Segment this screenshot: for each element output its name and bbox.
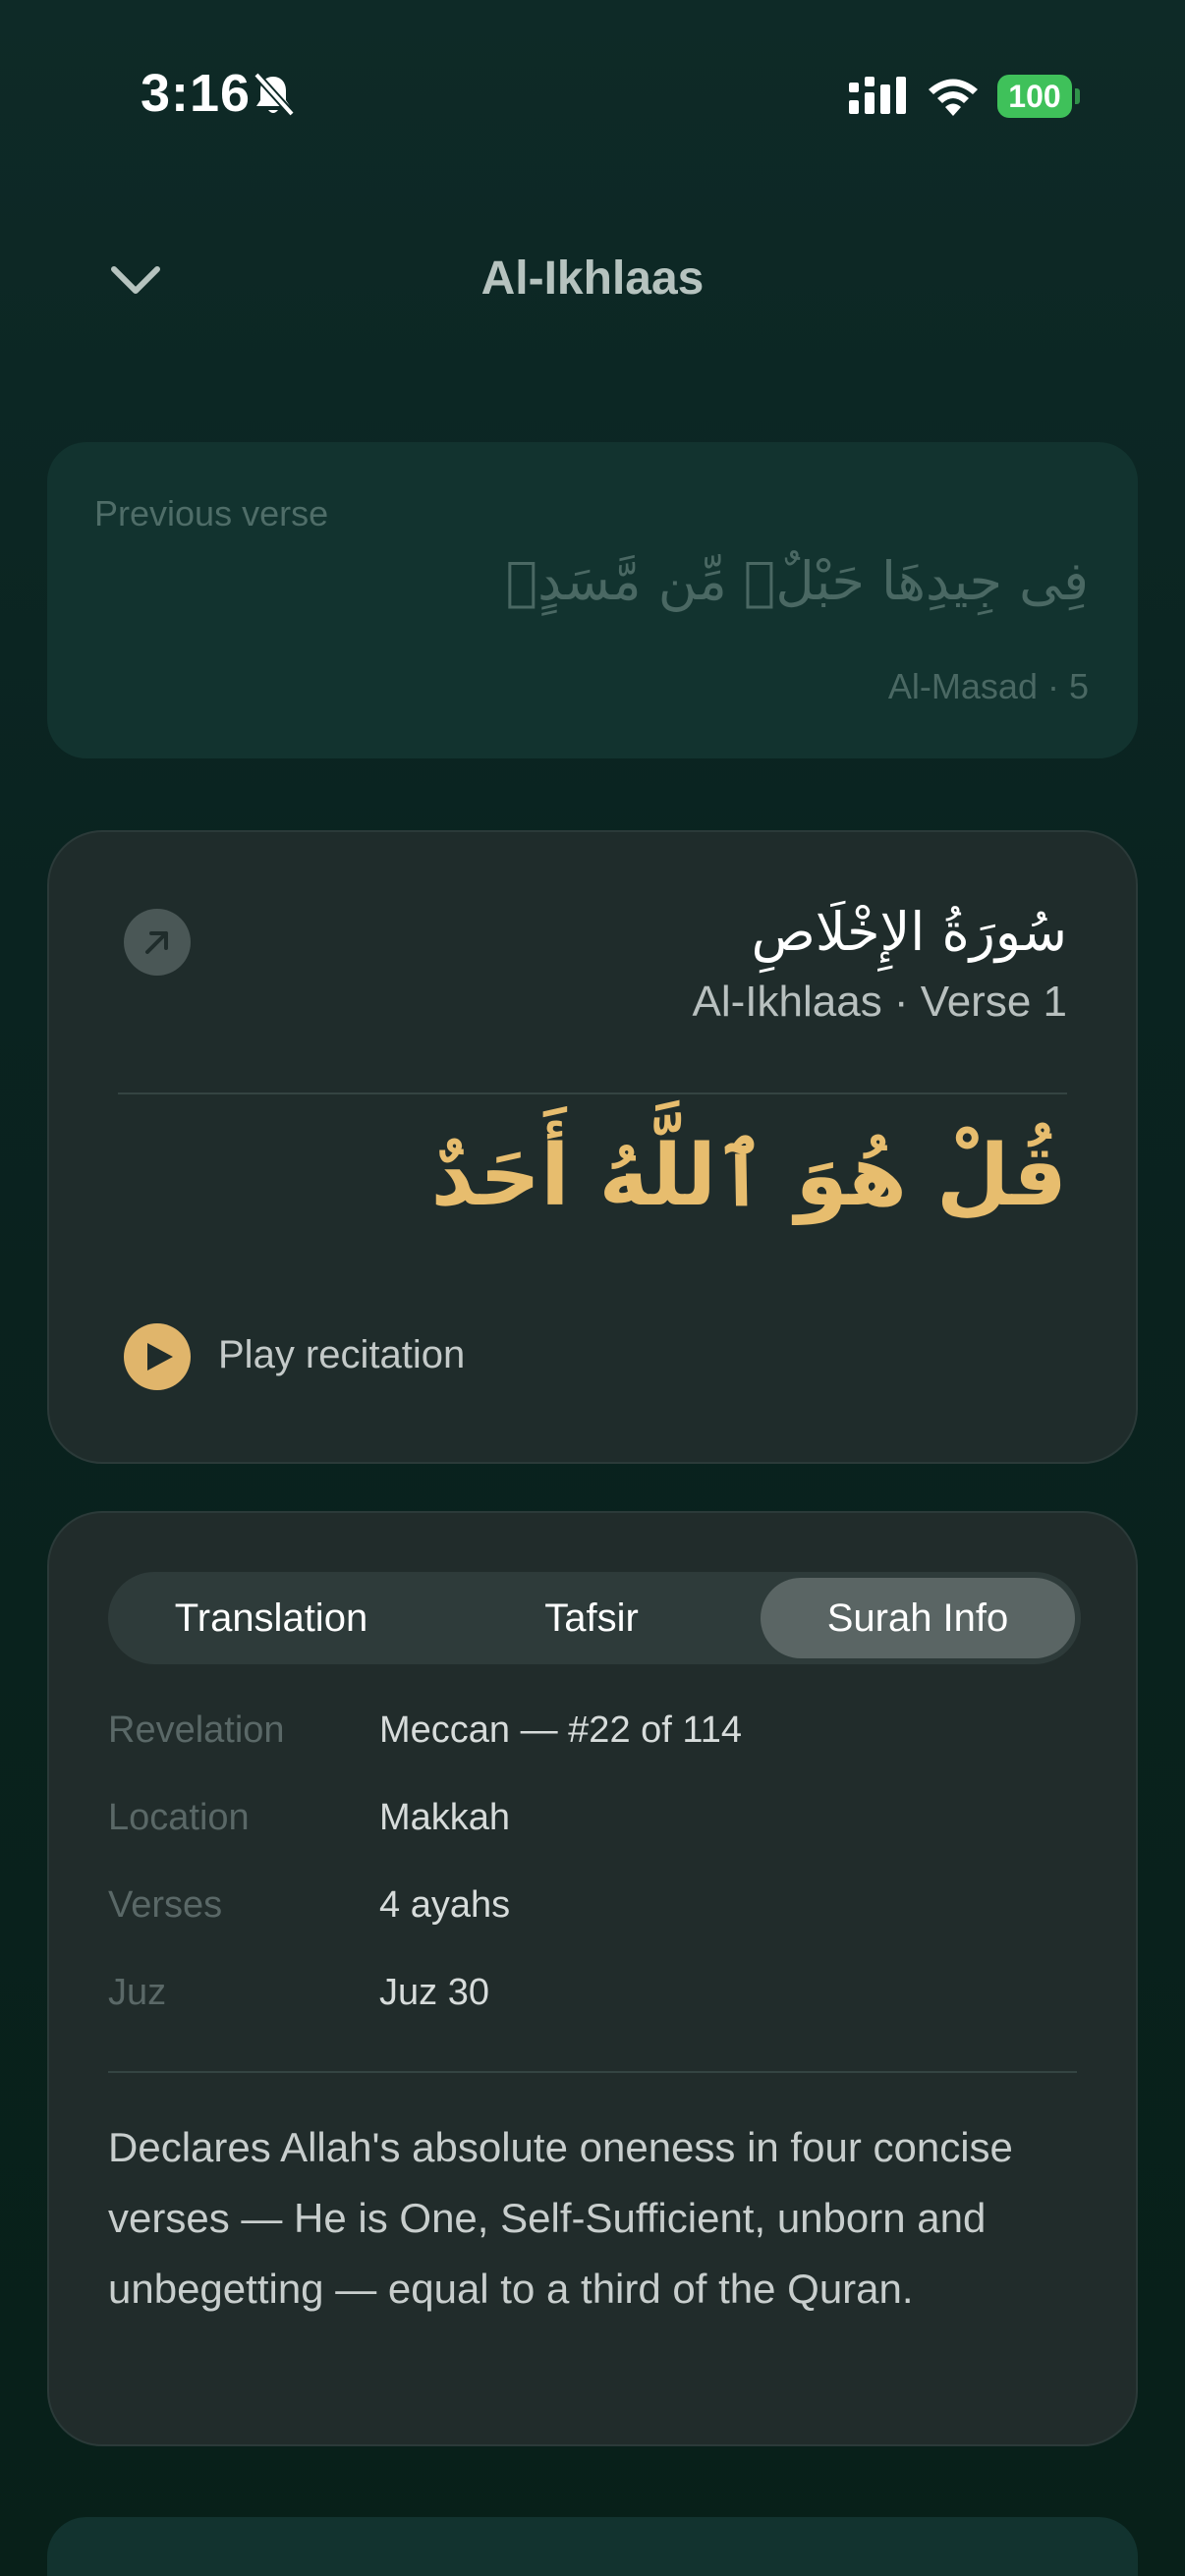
tab-tafsir[interactable]: Tafsir [434, 1578, 749, 1658]
previous-verse-label: Previous verse [94, 493, 329, 533]
info-label: Verses [108, 1884, 223, 1926]
info-label: Revelation [108, 1709, 285, 1751]
surah-info-list: Revelation Meccan — #22 of 114 Location … [108, 1709, 1081, 2059]
info-label: Location [108, 1797, 250, 1838]
cellular-signal-icon [849, 77, 906, 114]
info-card: Translation Tafsir Surah Info Revelation… [47, 1511, 1138, 2446]
info-value: Meccan — #22 of 114 [379, 1709, 742, 1751]
status-bar: 3:16 100 [0, 0, 1185, 196]
info-row-location: Location Makkah [108, 1797, 1081, 1884]
previous-verse-card[interactable]: Previous verse فِى جِيدِهَا حَبْلٌۭ مِّن… [47, 442, 1138, 758]
tab-surah-info[interactable]: Surah Info [761, 1578, 1075, 1658]
wifi-icon [929, 79, 978, 116]
tab-translation[interactable]: Translation [114, 1578, 428, 1658]
battery-level: 100 [997, 75, 1072, 118]
play-recitation-button[interactable] [124, 1323, 191, 1390]
next-verse-card[interactable] [47, 2517, 1138, 2576]
verse-divider [118, 1092, 1067, 1094]
verse-reference: Al-Ikhlaas · Verse 1 [692, 978, 1068, 1026]
info-value: Juz 30 [379, 1972, 489, 2013]
previous-verse-reference: Al-Masad · 5 [887, 666, 1089, 706]
info-label: Juz [108, 1972, 167, 2013]
verse-card: سُورَةُ الإِخْلَاصِ Al-Ikhlaas · Verse 1… [47, 830, 1138, 1464]
info-row-juz: Juz Juz 30 [108, 1972, 1081, 2059]
info-divider [108, 2071, 1077, 2073]
header: Al-Ikhlaas [0, 226, 1185, 344]
info-value: 4 ayahs [379, 1884, 511, 1926]
info-value: Makkah [379, 1797, 511, 1838]
verse-arabic-text: قُلْ هُوَ ٱللَّهُ أَحَدٌ [430, 1127, 1067, 1225]
surah-description: Declares Allah's absolute oneness in fou… [108, 2124, 1013, 2312]
bell-slash-icon [254, 72, 295, 117]
info-row-verses: Verses 4 ayahs [108, 1884, 1081, 1972]
play-recitation-label[interactable]: Play recitation [218, 1333, 465, 1377]
battery-indicator: 100 [997, 75, 1080, 118]
play-icon [147, 1343, 173, 1371]
segmented-tabs: Translation Tafsir Surah Info [108, 1572, 1081, 1664]
open-external-button[interactable] [124, 909, 191, 976]
status-time: 3:16 [141, 64, 252, 123]
surah-name-arabic: سُورَةُ الإِخْلَاصِ [751, 901, 1067, 963]
battery-tip [1075, 88, 1080, 104]
previous-verse-arabic: فِى جِيدِهَا حَبْلٌۭ مِّن مَّسَدٍۭ [505, 550, 1089, 612]
arrow-up-right-icon [145, 931, 168, 954]
page-title: Al-Ikhlaas [480, 252, 705, 305]
info-row-revelation: Revelation Meccan — #22 of 114 [108, 1709, 1081, 1797]
